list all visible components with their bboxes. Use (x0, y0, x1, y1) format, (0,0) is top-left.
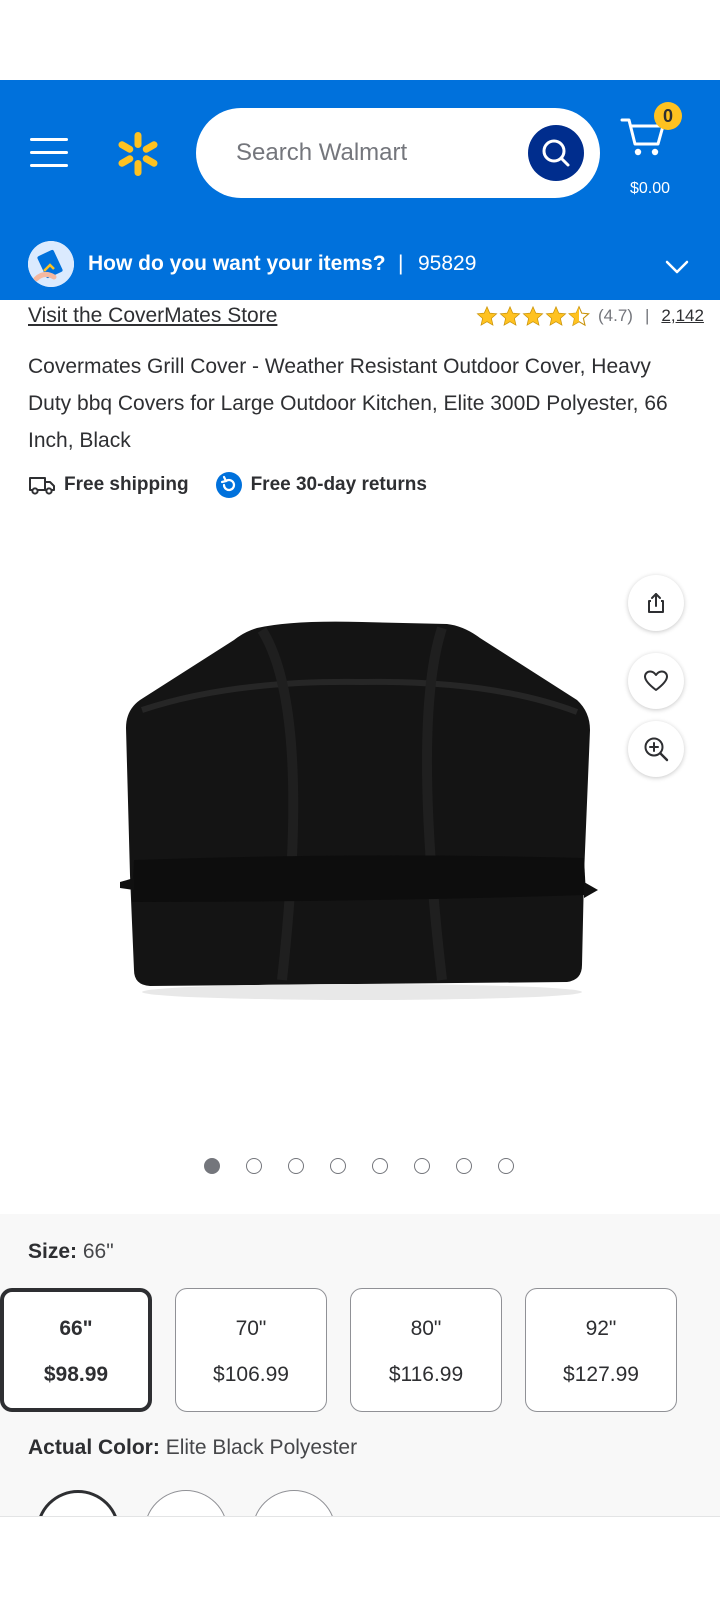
size-option-price: $127.99 (563, 1363, 639, 1386)
free-returns-label: Free 30-day returns (250, 474, 427, 495)
menu-button[interactable] (30, 138, 70, 170)
size-option-price: $116.99 (388, 1363, 464, 1386)
search-icon (542, 139, 570, 167)
menu-icon-line (30, 138, 68, 141)
size-option[interactable]: 70" $106.99 (175, 1288, 327, 1412)
size-option-name: 92" (585, 1317, 617, 1340)
share-button[interactable] (628, 575, 684, 631)
star-half-icon (568, 305, 590, 327)
carousel-dot[interactable] (288, 1158, 304, 1174)
size-option[interactable]: 92" $127.99 (525, 1288, 677, 1412)
returns-icon (215, 472, 242, 498)
size-option-price: $98.99 (43, 1363, 109, 1386)
carousel-dot[interactable] (456, 1158, 472, 1174)
color-label-title: Actual Color: (28, 1436, 160, 1459)
spark-logo-icon[interactable] (114, 130, 162, 178)
status-bar (0, 0, 720, 80)
delivery-prompt: How do you want your items? (88, 252, 386, 275)
bottom-bar (0, 1516, 720, 1600)
top-header: 0 $0.00 (0, 80, 720, 238)
star-icon (545, 305, 567, 326)
size-option-name: 70" (235, 1317, 267, 1340)
free-returns-perk: Free 30-day returns (215, 471, 427, 499)
delivery-zip: 95829 (418, 252, 477, 275)
size-option-name: 80" (410, 1317, 442, 1340)
image-carousel-dots (204, 1158, 514, 1174)
carousel-dot[interactable] (204, 1158, 220, 1174)
free-shipping-perk: Free shipping (28, 474, 189, 496)
cart-button[interactable]: 0 $0.00 (620, 102, 710, 197)
carousel-dot[interactable] (246, 1158, 262, 1174)
size-option-name: 66" (59, 1317, 93, 1340)
chevron-down-icon (665, 260, 689, 274)
perks-row: Free shipping Free 30-day returns (28, 470, 427, 500)
carousel-dot[interactable] (414, 1158, 430, 1174)
carousel-dot[interactable] (372, 1158, 388, 1174)
product-image[interactable] (112, 620, 612, 1030)
search-input[interactable] (236, 108, 516, 198)
color-label-value: Elite Black Polyester (165, 1436, 358, 1459)
rating-separator: | (644, 306, 650, 325)
color-label: Actual Color: Elite Black Polyester (28, 1436, 357, 1460)
star-icon (476, 305, 498, 326)
free-shipping-label: Free shipping (64, 474, 189, 495)
rating-value: (4.7) (598, 306, 633, 325)
search-button[interactable] (528, 125, 584, 181)
truck-icon (29, 477, 55, 495)
star-rating (476, 305, 590, 327)
star-icon (499, 305, 521, 326)
size-label: Size: 66" (28, 1240, 114, 1264)
zoom-in-icon (644, 737, 669, 762)
delivery-selector[interactable]: How do you want your items? | 95829 (0, 238, 720, 300)
variant-selector: Size: 66" 66" $98.99 70" $106.99 80" $11… (0, 1214, 720, 1574)
menu-icon-line (30, 151, 68, 154)
rating-summary[interactable]: (4.7) | 2,142 (476, 302, 704, 330)
size-option[interactable]: 80" $116.99 (350, 1288, 502, 1412)
cart-total: $0.00 (629, 180, 671, 197)
zoom-button[interactable] (628, 721, 684, 777)
carousel-dot[interactable] (498, 1158, 514, 1174)
review-count-link[interactable]: 2,142 (661, 306, 704, 326)
favorite-button[interactable] (628, 653, 684, 709)
delivery-method-icon (28, 241, 74, 287)
cart-count-badge: 0 (654, 102, 682, 130)
product-title: Covermates Grill Cover - Weather Resista… (28, 355, 668, 452)
share-icon (648, 593, 664, 613)
size-label-title: Size: (28, 1240, 78, 1263)
size-label-value: 66" (82, 1240, 114, 1263)
delivery-separator: | (398, 252, 404, 275)
size-option-price: $106.99 (213, 1363, 289, 1386)
store-link[interactable]: Visit the CoverMates Store (28, 304, 277, 328)
size-option[interactable]: 66" $98.99 (0, 1288, 152, 1412)
search-bar (196, 108, 600, 198)
carousel-dot[interactable] (330, 1158, 346, 1174)
star-icon (522, 305, 544, 326)
menu-icon-line (30, 164, 68, 167)
heart-icon (644, 670, 668, 691)
